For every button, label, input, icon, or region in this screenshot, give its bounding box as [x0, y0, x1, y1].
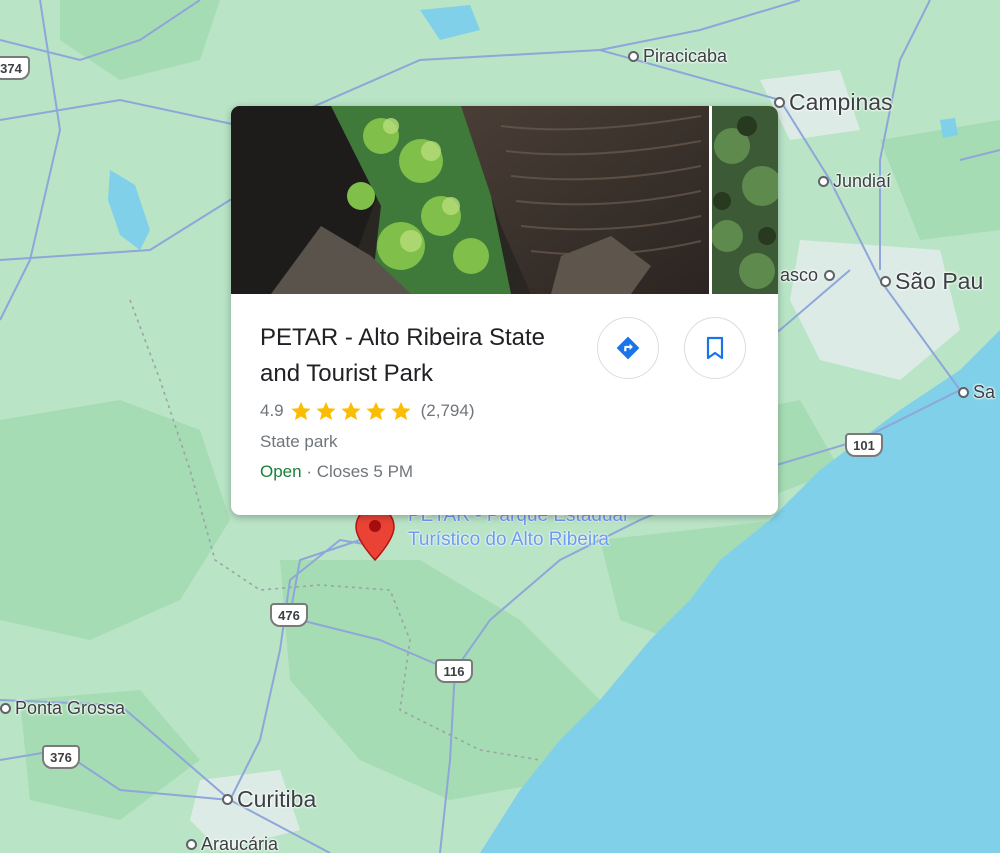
open-status: Open: [260, 462, 302, 481]
city-label-piracicaba[interactable]: Piracicaba: [628, 46, 727, 67]
city-label-campinas[interactable]: Campinas: [774, 89, 893, 116]
place-card[interactable]: PETAR - Alto Ribeira State and Tourist P…: [231, 106, 778, 515]
place-category: State park: [260, 432, 338, 451]
directions-icon: [616, 336, 640, 360]
route-shield-101: 101: [845, 433, 883, 457]
city-label-araucaria[interactable]: Araucária: [186, 834, 278, 853]
city-label-jundiai[interactable]: Jundiaí: [818, 171, 891, 192]
city-dot: [958, 387, 969, 398]
city-name: Curitiba: [237, 786, 317, 812]
city-label-curitiba[interactable]: Curitiba: [222, 786, 316, 813]
rating-row[interactable]: 4.9 (2,794): [260, 400, 475, 422]
review-count[interactable]: (2,794): [421, 401, 475, 421]
rating-value: 4.9: [260, 401, 284, 420]
star-icon: [391, 401, 411, 420]
city-dot: [880, 276, 891, 287]
place-photo-next[interactable]: [712, 106, 778, 294]
city-label-ponta-grossa[interactable]: Ponta Grossa: [0, 698, 125, 719]
star-icon: [316, 401, 336, 420]
city-dot: [824, 270, 836, 281]
city-dot: [186, 839, 197, 850]
route-shield-476: 476: [270, 603, 308, 627]
city-name: Campinas: [789, 89, 893, 115]
star-icon: [291, 401, 311, 420]
photo-strip[interactable]: [231, 106, 778, 294]
rating-stars: [290, 400, 415, 422]
star-icon: [341, 401, 361, 420]
place-card-body: PETAR - Alto Ribeira State and Tourist P…: [231, 294, 778, 515]
closing-time: · Closes 5 PM: [301, 462, 414, 481]
city-name: São Pau: [895, 268, 984, 294]
city-label-sao-paulo[interactable]: São Pau: [880, 268, 983, 295]
route-shield-116: 116: [435, 659, 473, 683]
city-dot: [222, 794, 233, 805]
city-dot: [0, 703, 11, 714]
city-name: Jundiaí: [833, 171, 892, 191]
city-name: Sa: [973, 382, 996, 402]
save-button[interactable]: [684, 317, 746, 379]
city-name: Ponta Grossa: [15, 698, 126, 718]
star-icon: [366, 401, 386, 420]
city-name: asco: [780, 265, 819, 285]
route-shield-376: 376: [42, 745, 80, 769]
bookmark-icon: [706, 336, 724, 360]
route-shield-374: 374: [0, 56, 30, 80]
city-dot: [628, 51, 639, 62]
city-name: Araucária: [201, 834, 279, 853]
map-canvas[interactable]: Piracicaba Campinas Jundiaí asco São Pau…: [0, 0, 1000, 853]
city-label-osasco[interactable]: asco: [780, 265, 836, 286]
directions-button[interactable]: [597, 317, 659, 379]
city-name: Piracicaba: [643, 46, 728, 66]
city-label-santos[interactable]: Sa: [958, 382, 995, 403]
opening-hours: Open · Closes 5 PM: [260, 462, 413, 482]
place-title[interactable]: PETAR - Alto Ribeira State and Tourist P…: [260, 320, 580, 392]
place-photo-main[interactable]: [231, 106, 709, 294]
city-dot: [818, 176, 829, 187]
place-map-label-line2[interactable]: Turístico do Alto Ribeira: [408, 528, 609, 552]
